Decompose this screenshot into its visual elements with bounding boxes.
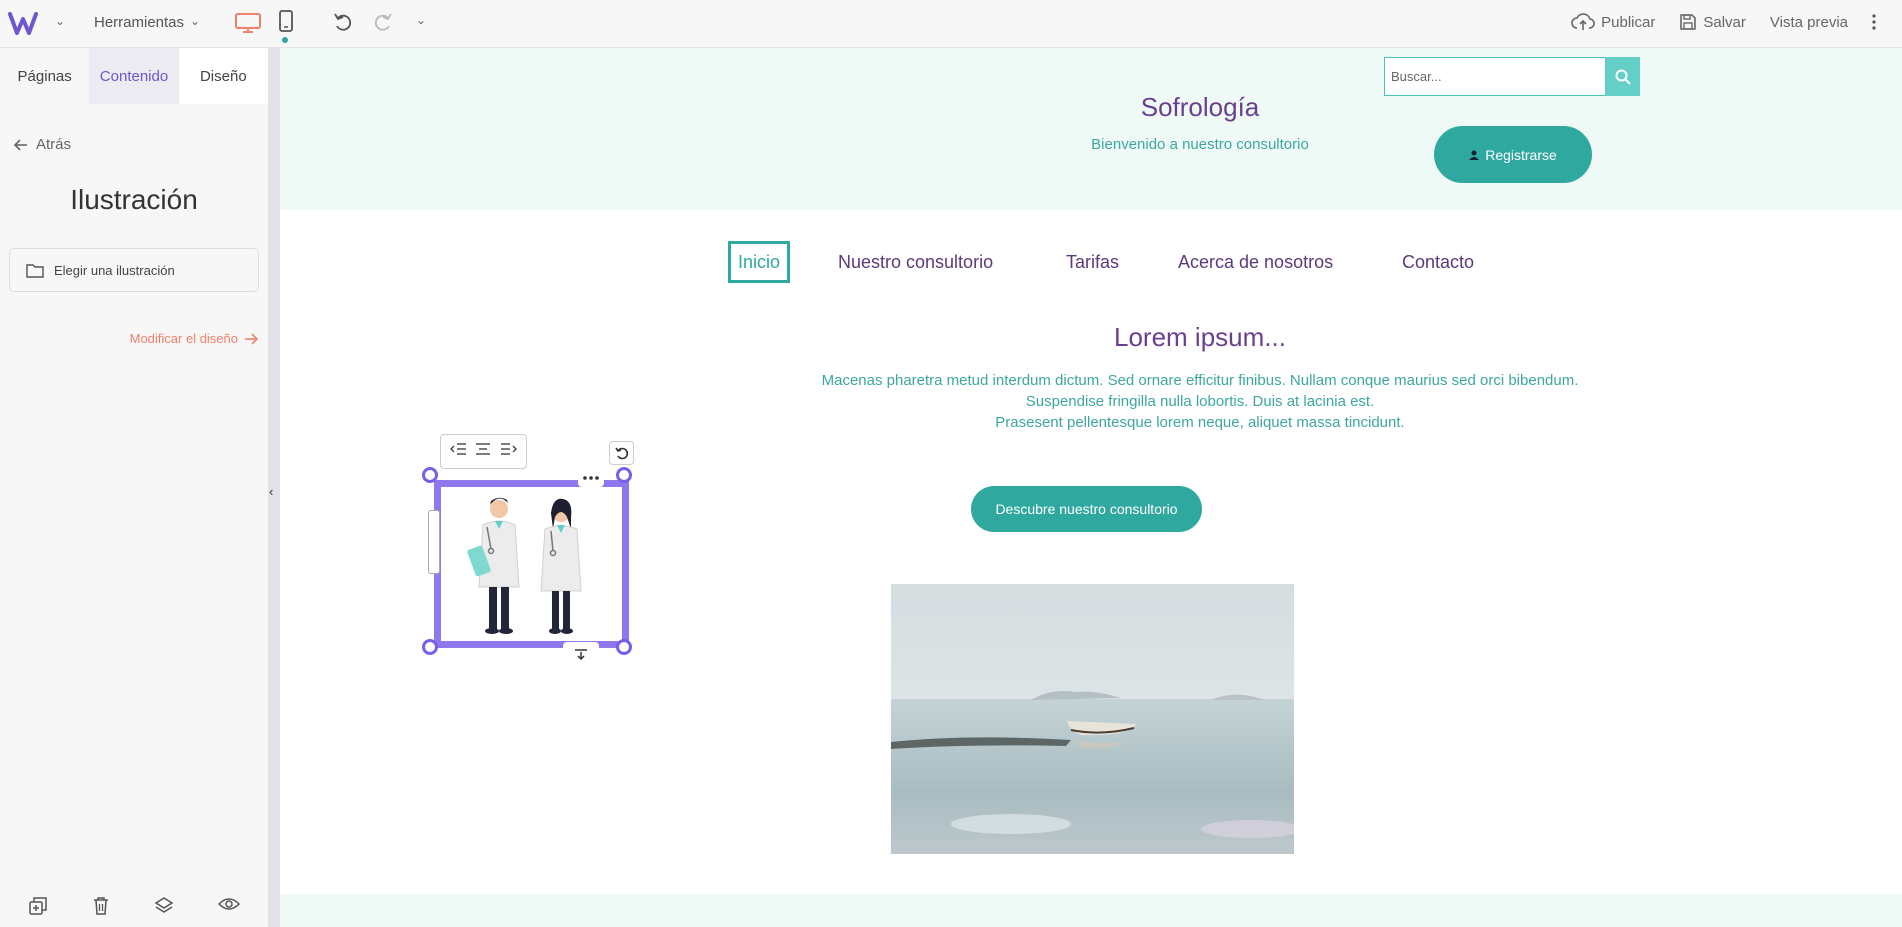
resize-handle-top-left[interactable]: [422, 467, 438, 483]
spacing-handle-icon[interactable]: [563, 642, 599, 666]
publish-label: Publicar: [1601, 13, 1656, 31]
layers-icon[interactable]: [154, 896, 174, 916]
nav-item-nuestro-consultorio[interactable]: Nuestro consultorio: [838, 241, 993, 283]
arrow-right-icon: [245, 332, 258, 345]
alignment-toolbar: [440, 434, 527, 469]
search-button[interactable]: [1605, 57, 1640, 96]
tools-menu[interactable]: Herramientas: [94, 14, 184, 31]
doctors-illustration: [467, 497, 582, 634]
save-icon: [1680, 14, 1697, 30]
wix-logo-icon[interactable]: [8, 8, 48, 40]
logo-menu-chevron-icon[interactable]: ⌄: [55, 14, 65, 28]
panel-bottom-actions: [0, 896, 268, 916]
resize-handle-bottom-left[interactable]: [422, 639, 438, 655]
trash-icon[interactable]: [92, 896, 110, 916]
site-subtitle[interactable]: Bienvenido a nuestro consultorio: [1000, 136, 1400, 153]
align-left-icon[interactable]: [449, 442, 467, 461]
nav-item-acerca-de-nosotros[interactable]: Acerca de nosotros: [1178, 241, 1333, 283]
modify-design-link[interactable]: Modificar el diseño: [130, 331, 258, 346]
discover-button[interactable]: Descubre nuestro consultorio: [971, 486, 1202, 532]
nav-item-tarifas[interactable]: Tarifas: [1066, 241, 1119, 283]
more-options-icon[interactable]: [1872, 13, 1876, 31]
redo-icon[interactable]: [372, 11, 394, 33]
choose-illustration-label: Elegir una ilustración: [54, 262, 175, 278]
resize-handle-top-right[interactable]: [616, 467, 632, 483]
site-canvas: Sofrología Bienvenido a nuestro consulto…: [280, 48, 1902, 927]
selected-illustration[interactable]: [434, 480, 629, 648]
tab-design[interactable]: Diseño: [178, 48, 268, 104]
arrow-left-icon: [14, 138, 27, 151]
back-button[interactable]: Atrás: [14, 136, 71, 153]
drag-handle-icon[interactable]: [428, 510, 440, 574]
reset-rotation-icon[interactable]: [609, 441, 634, 465]
resize-handle-bottom-right[interactable]: [616, 639, 632, 655]
history-chevron-down-icon[interactable]: ⌄: [416, 13, 426, 27]
preview-button[interactable]: Vista previa: [1770, 14, 1848, 31]
save-button[interactable]: Salvar: [1679, 13, 1746, 31]
site-header: Sofrología Bienvenido a nuestro consulto…: [280, 48, 1902, 210]
panel-tabs: Páginas Contenido Diseño: [0, 48, 268, 104]
align-right-icon[interactable]: [500, 442, 518, 461]
site-nav: Inicio Nuestro consultorio Tarifas Acerc…: [280, 241, 1902, 283]
section-line: Macenas pharetra metud interdum dictum. …: [821, 372, 1579, 389]
undo-icon[interactable]: [332, 11, 354, 33]
desktop-view-icon[interactable]: [234, 12, 262, 34]
mobile-view-icon[interactable]: [278, 10, 294, 32]
back-label: Atrás: [36, 136, 72, 153]
register-button[interactable]: Registrarse: [1434, 126, 1592, 183]
nav-item-inicio[interactable]: Inicio: [728, 241, 791, 283]
user-icon: [1469, 150, 1480, 160]
save-label: Salvar: [1703, 13, 1746, 31]
tools-chevron-down-icon[interactable]: ⌄: [190, 14, 200, 28]
align-center-icon[interactable]: [475, 442, 491, 461]
folder-icon: [26, 263, 44, 278]
preview-label: Vista previa: [1769, 13, 1848, 31]
site-footer-strip: [280, 894, 1902, 927]
eye-icon[interactable]: [218, 896, 240, 916]
panel-title: Ilustración: [70, 184, 198, 215]
section-text[interactable]: Macenas pharetra metud interdum dictum. …: [700, 370, 1700, 433]
top-toolbar: ⌄ Herramientas ⌄ ⌄ Publicar Salvar Vista…: [0, 0, 1902, 48]
left-panel: Páginas Contenido Diseño Atrás Ilustraci…: [0, 48, 268, 927]
lake-boat-image[interactable]: [891, 584, 1294, 854]
mobile-indicator-dot: [282, 37, 288, 43]
register-label: Registrarse: [1485, 146, 1557, 163]
collapse-panel-chevron-icon[interactable]: ‹: [269, 484, 273, 499]
tab-pages[interactable]: Páginas: [0, 48, 89, 104]
tab-content[interactable]: Contenido: [89, 48, 179, 104]
duplicate-icon[interactable]: [28, 896, 48, 916]
section-title[interactable]: Lorem ipsum...: [900, 322, 1500, 353]
publish-button[interactable]: Publicar: [1571, 12, 1655, 32]
search-box: [1384, 57, 1640, 96]
nav-item-contacto[interactable]: Contacto: [1402, 241, 1474, 283]
section-line: Prasesent pellentesque lorem neque, aliq…: [995, 414, 1405, 431]
section-line: Suspendise fringilla nulla lobortis. Dui…: [1025, 393, 1375, 410]
search-icon: [1615, 69, 1631, 85]
cloud-upload-icon: [1571, 13, 1595, 30]
site-title[interactable]: Sofrología: [1030, 92, 1370, 123]
modify-design-label: Modificar el diseño: [129, 331, 238, 346]
search-input[interactable]: [1384, 57, 1605, 96]
element-more-icon[interactable]: [578, 469, 604, 487]
choose-illustration-button[interactable]: Elegir una ilustración: [9, 248, 259, 292]
